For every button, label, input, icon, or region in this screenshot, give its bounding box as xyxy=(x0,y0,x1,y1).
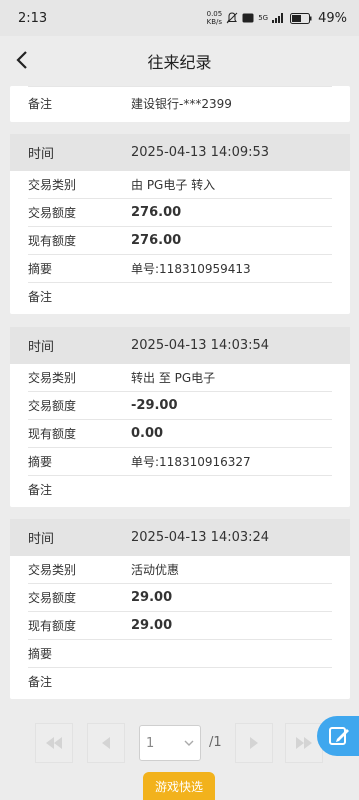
amount-row: 交易额度 276.00 xyxy=(28,199,332,227)
amount-row: 交易额度 29.00 xyxy=(28,584,332,612)
type-row: 交易类别 由 PG电子 转入 xyxy=(28,171,332,199)
record-header: 时间 2025-04-13 14:03:54 xyxy=(10,327,350,364)
double-chevron-left-icon xyxy=(46,737,62,749)
mute-bell-icon xyxy=(226,12,238,24)
balance-label: 现有额度 xyxy=(28,427,77,441)
summary-row: 摘要 单号:118310959413 xyxy=(28,255,332,283)
page-header: 往来纪录 xyxy=(0,36,359,86)
net-speed: 0.05 KB/s xyxy=(206,10,223,26)
time-value: 2025-04-13 14:03:24 xyxy=(131,530,270,545)
chevron-right-icon xyxy=(250,737,258,749)
type-value: 转出 至 PG电子 xyxy=(131,371,216,385)
network-type: 5G xyxy=(258,14,269,22)
amount-label: 交易额度 xyxy=(28,206,77,220)
amount-row: 交易额度 -29.00 xyxy=(28,392,332,420)
balance-value: 29.00 xyxy=(131,618,173,633)
page-select-value: 1 xyxy=(146,735,155,751)
remark-row: 备注 建设银行-***2399 xyxy=(28,86,332,119)
balance-label: 现有额度 xyxy=(28,234,77,248)
record-header: 时间 2025-04-13 14:03:24 xyxy=(10,519,350,556)
type-value: 活动优惠 xyxy=(131,563,180,577)
remark-label: 备注 xyxy=(28,290,53,304)
type-row: 交易类别 活动优惠 xyxy=(28,556,332,584)
pagination: 1 /1 xyxy=(0,723,359,765)
chevron-down-icon xyxy=(184,740,194,746)
record-card: 时间 2025-04-13 14:03:24 交易类别 活动优惠 交易额度 29… xyxy=(10,519,350,699)
time-label: 时间 xyxy=(28,532,55,547)
remark-label: 备注 xyxy=(28,483,53,497)
balance-value: 0.00 xyxy=(131,426,164,441)
page-select[interactable]: 1 xyxy=(139,725,201,761)
record-header: 时间 2025-04-13 14:09:53 xyxy=(10,134,350,171)
balance-row: 现有额度 0.00 xyxy=(28,420,332,448)
time-value: 2025-04-13 14:09:53 xyxy=(131,145,270,160)
type-label: 交易类别 xyxy=(28,563,77,577)
next-page-button[interactable] xyxy=(235,723,273,763)
remark-label: 备注 xyxy=(28,96,53,111)
remark-value: 建设银行-***2399 xyxy=(131,96,232,111)
time-value: 2025-04-13 14:03:54 xyxy=(131,338,270,353)
double-chevron-right-icon xyxy=(296,737,312,749)
remark-row: 备注 xyxy=(28,476,332,503)
edit-icon xyxy=(329,727,349,745)
time-label: 时间 xyxy=(28,340,55,355)
amount-value: 29.00 xyxy=(131,590,173,605)
type-row: 交易类别 转出 至 PG电子 xyxy=(28,364,332,392)
chevron-left-icon xyxy=(102,737,110,749)
balance-row: 现有额度 29.00 xyxy=(28,612,332,640)
floating-edit-button[interactable] xyxy=(317,716,359,756)
back-button[interactable] xyxy=(10,48,34,72)
balance-row: 现有额度 276.00 xyxy=(28,227,332,255)
type-label: 交易类别 xyxy=(28,371,77,385)
balance-label: 现有额度 xyxy=(28,619,77,633)
record-card: 时间 2025-04-13 14:03:54 交易类别 转出 至 PG电子 交易… xyxy=(10,327,350,507)
summary-label: 摘要 xyxy=(28,647,53,661)
balance-value: 276.00 xyxy=(131,233,182,248)
type-value: 由 PG电子 转入 xyxy=(131,178,216,192)
chevron-left-icon xyxy=(16,51,27,69)
time-label: 时间 xyxy=(28,147,55,162)
hd-icon xyxy=(242,13,254,23)
amount-value: 276.00 xyxy=(131,205,182,220)
amount-value: -29.00 xyxy=(131,398,178,413)
status-time: 2:13 xyxy=(18,10,48,26)
summary-value: 单号:118310959413 xyxy=(131,262,251,276)
summary-label: 摘要 xyxy=(28,262,53,276)
total-pages: /1 xyxy=(209,735,222,750)
game-quick-select-button[interactable]: 游戏快选 xyxy=(143,772,215,800)
battery-percent: 49% xyxy=(318,10,347,26)
record-card: 时间 2025-04-13 14:09:53 交易类别 由 PG电子 转入 交易… xyxy=(10,134,350,314)
page-title: 往来纪录 xyxy=(147,53,212,72)
first-page-button[interactable] xyxy=(35,723,73,763)
remark-row: 备注 xyxy=(28,283,332,310)
signal-icon xyxy=(272,13,286,23)
summary-row: 摘要 单号:118310916327 xyxy=(28,448,332,476)
amount-label: 交易额度 xyxy=(28,591,77,605)
record-card-partial: 备注 建设银行-***2399 xyxy=(10,86,350,122)
remark-label: 备注 xyxy=(28,675,53,689)
summary-value: 单号:118310916327 xyxy=(131,455,251,469)
summary-row: 摘要 xyxy=(28,640,332,668)
amount-label: 交易额度 xyxy=(28,399,77,413)
summary-label: 摘要 xyxy=(28,455,53,469)
remark-row: 备注 xyxy=(28,668,332,695)
battery-icon xyxy=(290,12,312,24)
status-bar: 2:13 0.05 KB/s 5G 49% xyxy=(0,0,359,36)
prev-page-button[interactable] xyxy=(87,723,125,763)
type-label: 交易类别 xyxy=(28,178,77,192)
status-icons: 0.05 KB/s 5G 49% xyxy=(207,10,347,26)
